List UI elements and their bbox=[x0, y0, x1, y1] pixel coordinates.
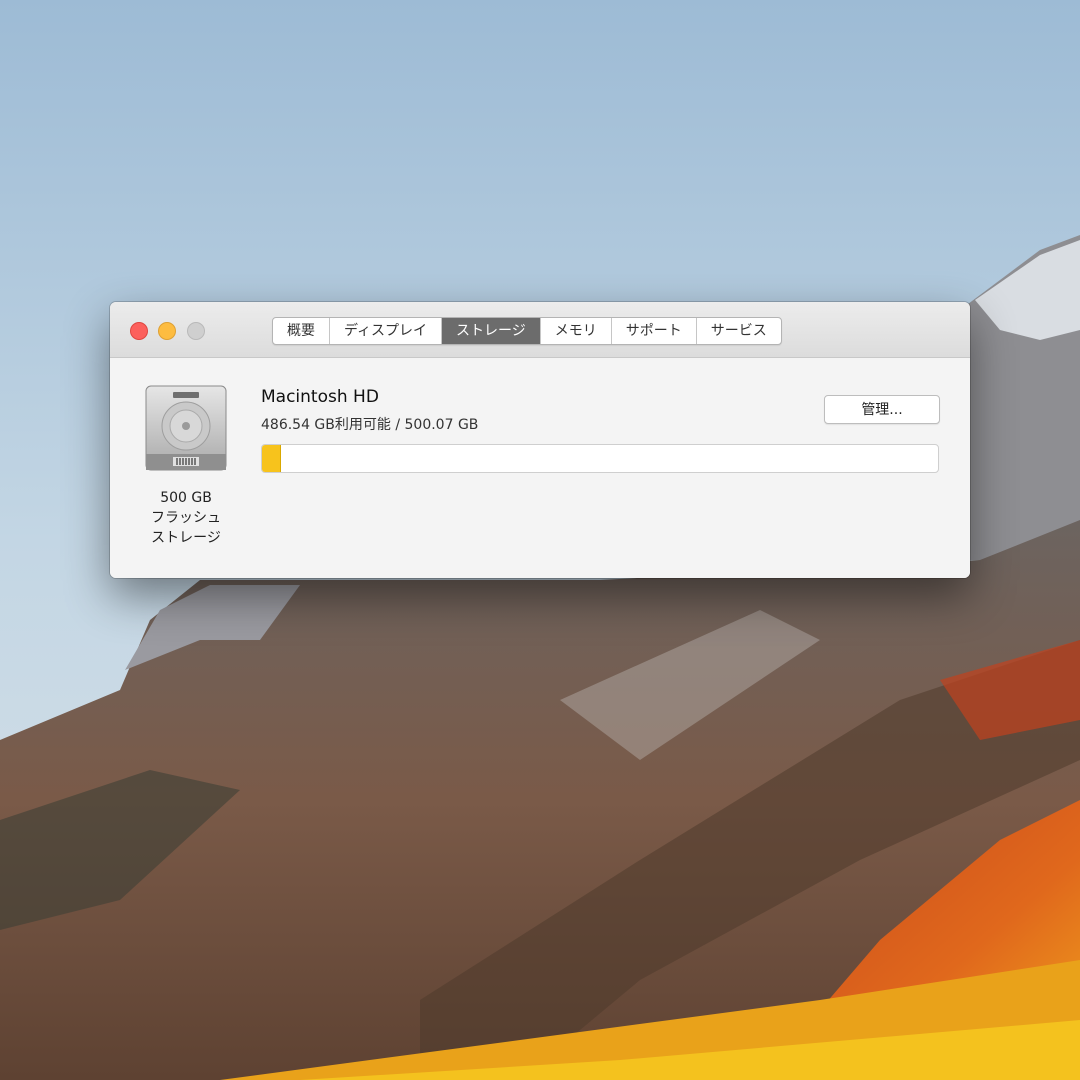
hard-drive-icon bbox=[145, 385, 227, 471]
disk-type-line1: フラッシュ bbox=[151, 510, 221, 526]
about-this-mac-window: 概要 ディスプレイ ストレージ メモリ サポート サービス 500 GB フラッ… bbox=[110, 302, 970, 578]
volume-availability: 486.54 GB利用可能 / 500.07 GB bbox=[261, 417, 479, 433]
tab-memory[interactable]: メモリ bbox=[541, 318, 612, 344]
storage-usage-fill bbox=[262, 445, 282, 472]
disk-capacity: 500 GB bbox=[160, 490, 212, 506]
title-bar: 概要 ディスプレイ ストレージ メモリ サポート サービス bbox=[110, 302, 970, 358]
minimize-button[interactable] bbox=[158, 322, 176, 340]
storage-panel: 500 GB フラッシュ ストレージ Macintosh HD 486.54 G… bbox=[110, 358, 970, 578]
tab-displays[interactable]: ディスプレイ bbox=[330, 318, 443, 344]
disk-caption: 500 GB フラッシュ ストレージ bbox=[127, 488, 245, 548]
manage-button[interactable]: 管理... bbox=[824, 395, 940, 424]
tab-bar: 概要 ディスプレイ ストレージ メモリ サポート サービス bbox=[272, 317, 782, 345]
disk-type-line2: ストレージ bbox=[151, 530, 221, 546]
tab-overview[interactable]: 概要 bbox=[273, 318, 330, 344]
close-button[interactable] bbox=[130, 322, 148, 340]
volume-name: Macintosh HD bbox=[261, 387, 379, 407]
tab-service[interactable]: サービス bbox=[697, 318, 781, 344]
zoom-button[interactable] bbox=[187, 322, 205, 340]
storage-usage-bar[interactable] bbox=[261, 444, 939, 473]
tab-support[interactable]: サポート bbox=[612, 318, 697, 344]
tab-storage[interactable]: ストレージ bbox=[442, 318, 541, 344]
